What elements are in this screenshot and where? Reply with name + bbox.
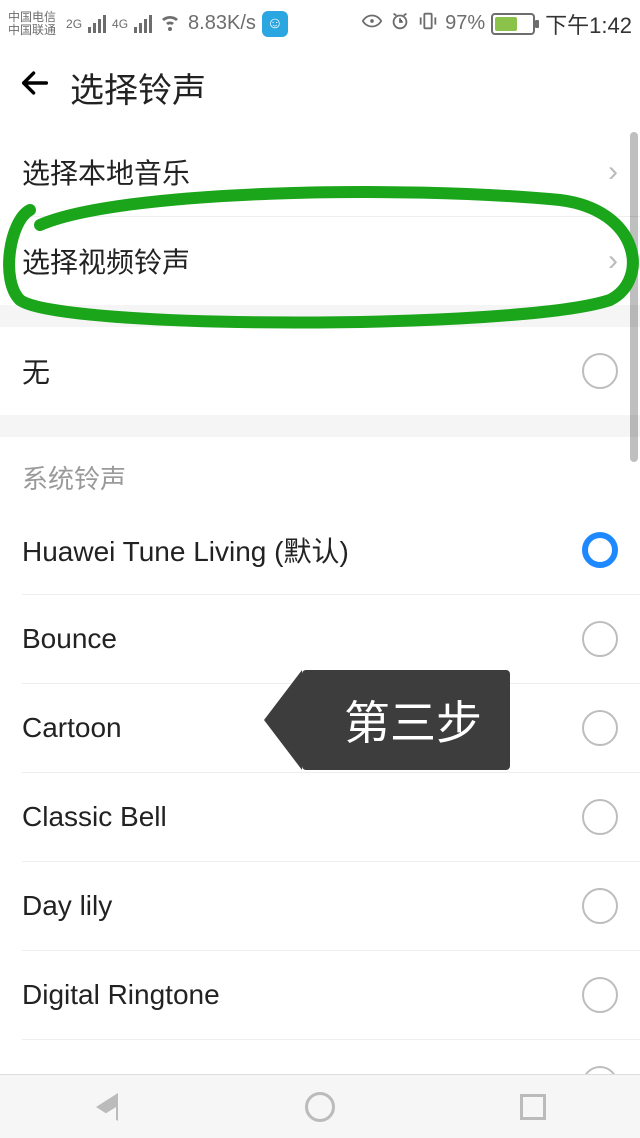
signal-1-icon [88,15,106,33]
ringtone-item[interactable]: Classic Bell [0,773,640,861]
row-label: Cartoon [22,712,122,744]
radio-icon [582,353,618,389]
radio-icon [582,888,618,924]
app-icon: ☺ [262,11,288,37]
nav-bar [0,1074,640,1138]
network-1: 2G [66,17,82,31]
nav-recent[interactable] [515,1089,551,1125]
radio-icon [582,532,618,568]
ringtone-item[interactable]: Huawei Tune Living (默认) [0,506,640,594]
net-speed: 8.83K/s [188,12,256,35]
row-label: Huawei Tune Living (默认) [22,530,349,570]
alarm-icon [389,10,411,38]
radio-icon [582,977,618,1013]
ringtone-item[interactable]: Day lily [0,862,640,950]
carrier-1: 中国电信 [8,11,56,24]
radio-icon [582,799,618,835]
select-local-music[interactable]: 选择本地音乐 › [0,128,640,216]
section-title-system: 系统铃声 [0,437,640,506]
radio-icon [582,621,618,657]
back-button[interactable] [18,66,52,109]
status-bar: 中国电信 中国联通 2G 4G 8.83K/s ☺ 97% 下午1:42 [0,0,640,48]
row-label: Digital Ringtone [22,979,220,1011]
header: 选择铃声 [0,48,640,128]
annotation-step: 第三步 [302,670,510,770]
battery-pct: 97% [445,12,485,35]
signal-2-icon [134,15,152,33]
chevron-right-icon: › [608,244,618,278]
carrier-2: 中国联通 [8,24,56,37]
clock: 下午1:42 [545,8,632,40]
step-text: 第三步 [344,687,482,753]
vibrate-icon [417,10,439,38]
row-label: Bounce [22,623,117,655]
radio-icon [582,710,618,746]
row-label: 选择本地音乐 [22,152,190,192]
row-label: Classic Bell [22,801,167,833]
ringtone-none[interactable]: 无 [0,327,640,415]
carriers: 中国电信 中国联通 [8,11,56,37]
source-options: 选择本地音乐 › 选择视频铃声 › [0,128,640,305]
network-2: 4G [112,17,128,31]
nav-home[interactable] [302,1089,338,1125]
ringtone-item[interactable]: Digital Ringtone [0,951,640,1039]
row-label: 选择视频铃声 [22,241,190,281]
select-video-ringtone[interactable]: 选择视频铃声 › [0,217,640,305]
wifi-icon [158,9,182,39]
scrollbar[interactable] [630,132,638,462]
battery-icon [491,13,535,35]
eye-icon [361,10,383,38]
page-title: 选择铃声 [70,63,206,112]
chevron-right-icon: › [608,155,618,189]
nav-back[interactable] [89,1089,125,1125]
row-label: Day lily [22,890,112,922]
row-label: 无 [22,351,50,391]
